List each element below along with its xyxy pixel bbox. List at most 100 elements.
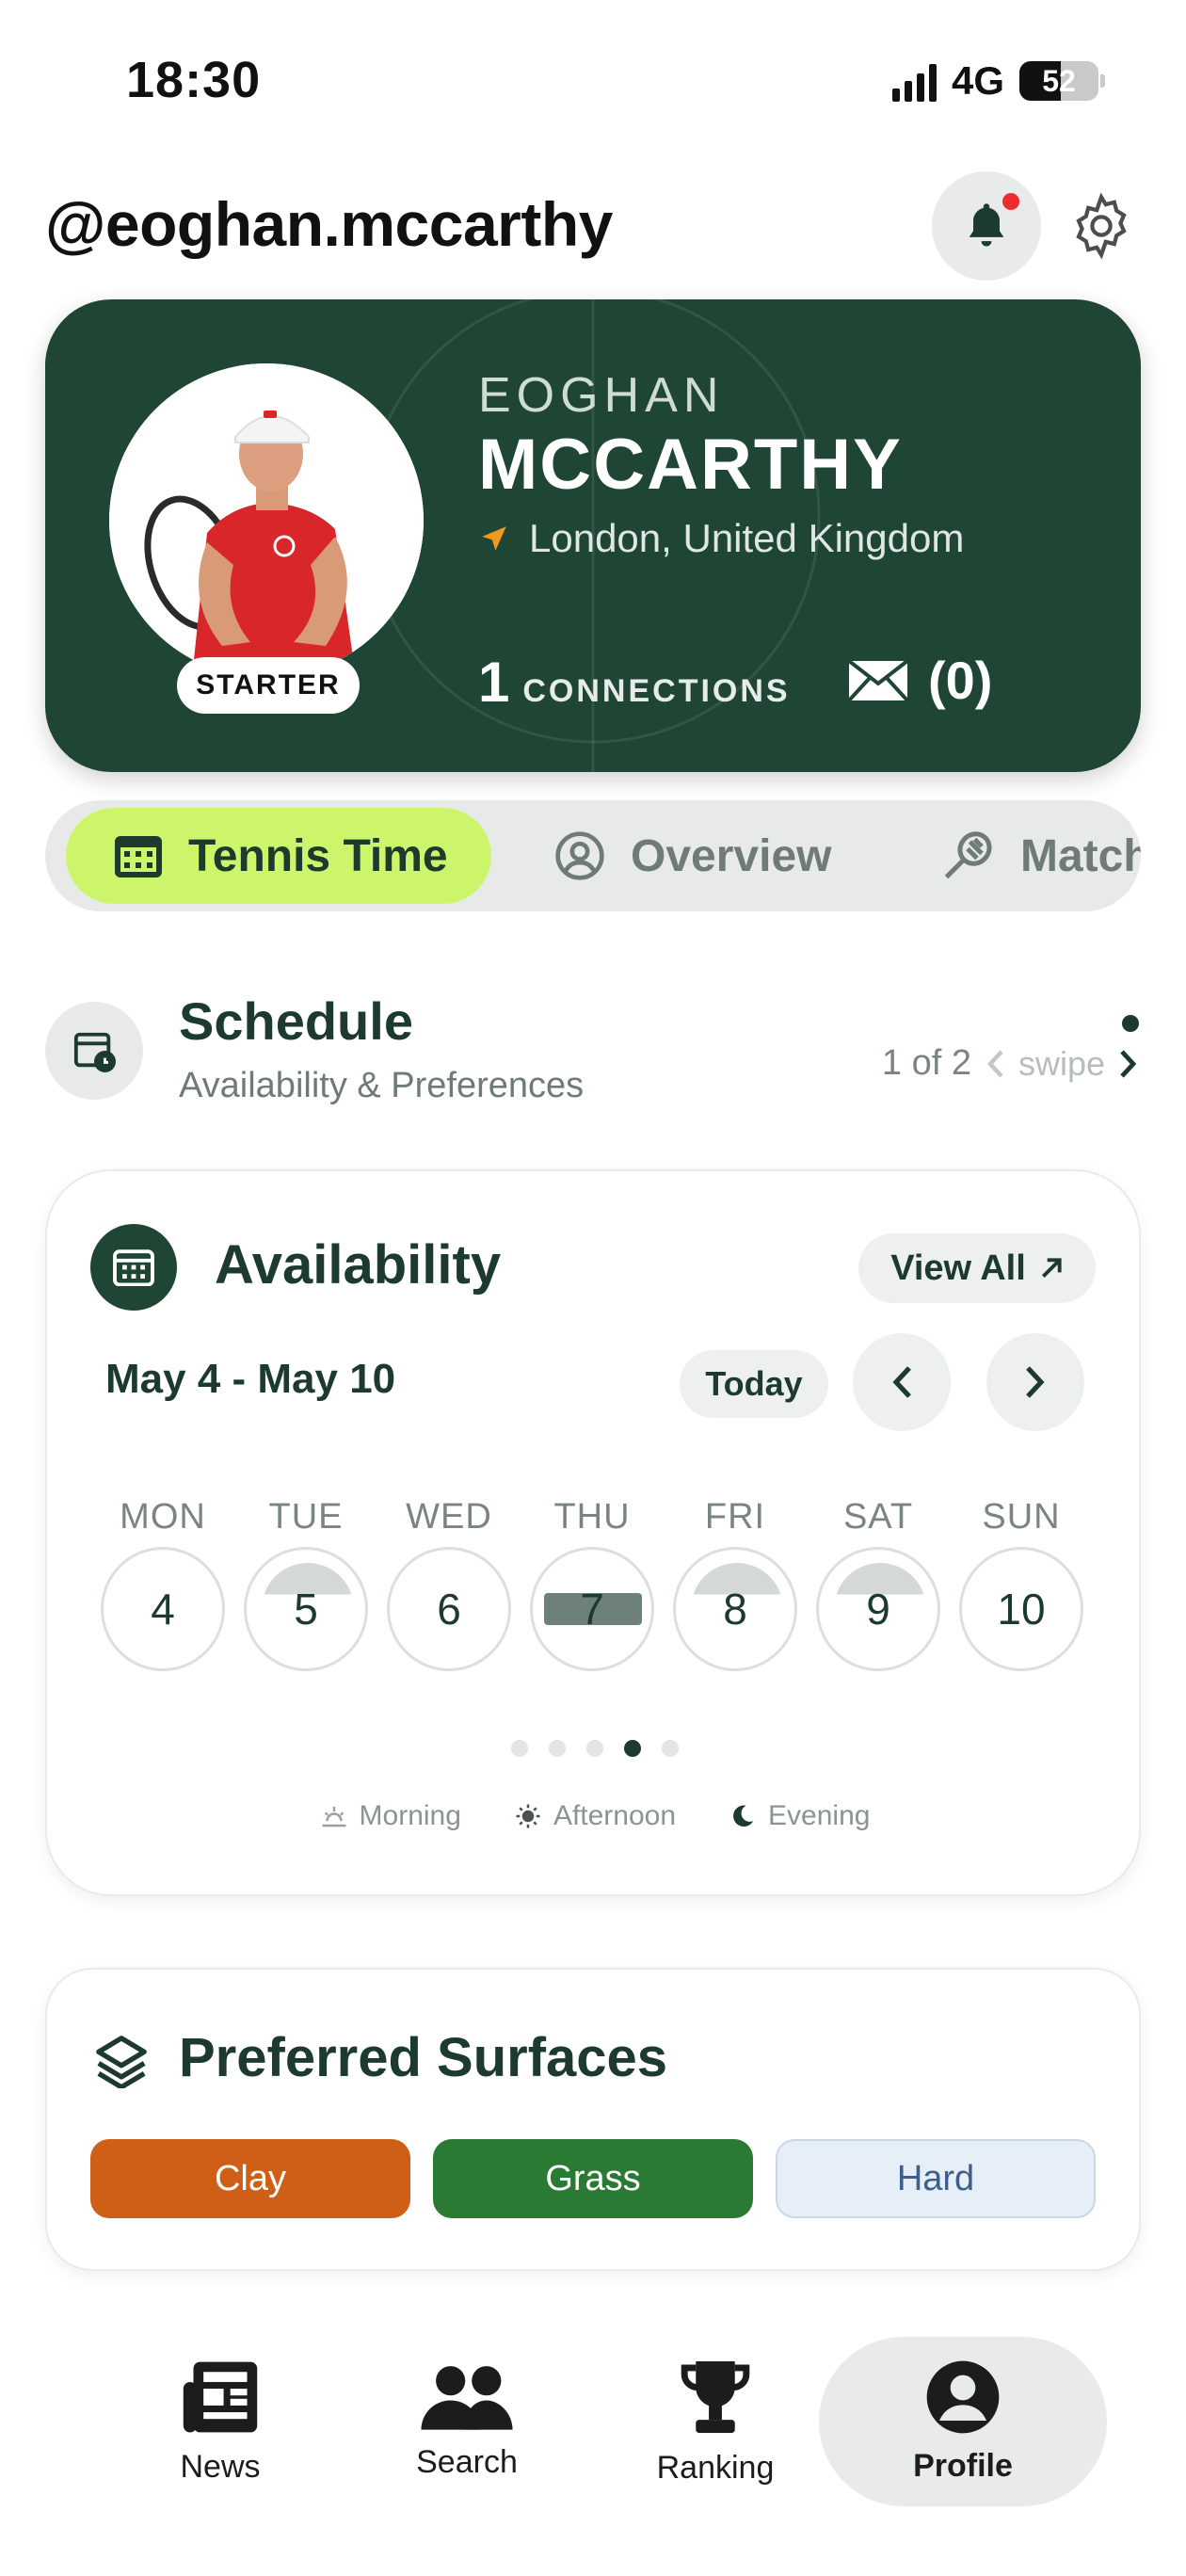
- connections-link[interactable]: 1 CONNECTIONS: [478, 650, 791, 715]
- page-dot-active[interactable]: [624, 1740, 641, 1757]
- day-name: SAT: [842, 1497, 914, 1537]
- day-circle: 4: [101, 1547, 225, 1671]
- day-name: TUE: [268, 1497, 344, 1537]
- status-time: 18:30: [126, 52, 262, 108]
- day-tue[interactable]: TUE 5: [243, 1497, 369, 1671]
- calendar-clock-icon: [73, 1032, 116, 1072]
- envelope-icon: [847, 658, 909, 701]
- nav-profile[interactable]: Profile: [819, 2337, 1107, 2506]
- nav-label: Profile: [913, 2447, 1013, 2484]
- next-week-button[interactable]: [986, 1333, 1084, 1431]
- location: London, United Kingdom: [478, 516, 964, 561]
- day-name: MON: [120, 1497, 206, 1537]
- availability-icon-badge: [90, 1224, 177, 1311]
- legend-label: Evening: [768, 1800, 871, 1831]
- page-dot[interactable]: [586, 1740, 603, 1757]
- today-button[interactable]: Today: [680, 1350, 828, 1418]
- legend-label: Afternoon: [553, 1800, 677, 1831]
- network-type: 4G: [951, 58, 1004, 103]
- day-circle: 6: [387, 1547, 511, 1671]
- section-pager[interactable]: 1 of 2 swipe: [882, 1043, 1139, 1084]
- messages-button[interactable]: (0): [847, 650, 992, 711]
- nav-label: Search: [416, 2443, 518, 2480]
- signal-icon: [891, 60, 937, 102]
- view-all-button[interactable]: View All: [858, 1233, 1096, 1303]
- day-date: 10: [997, 1585, 1046, 1634]
- player-level-badge: STARTER: [177, 657, 360, 714]
- trophy-icon: [681, 2360, 750, 2433]
- legend-evening: Evening: [729, 1800, 870, 1832]
- location-text: London, United Kingdom: [529, 516, 965, 560]
- day-fri[interactable]: FRI 8: [672, 1497, 798, 1671]
- tab-tennis-time[interactable]: Tennis Time: [66, 808, 491, 904]
- chevron-right-icon[interactable]: [1118, 1048, 1139, 1080]
- day-circle: 7: [530, 1547, 654, 1671]
- connections-count: 1: [478, 651, 510, 714]
- tab-label: Matches: [1020, 830, 1141, 881]
- notifications-button[interactable]: [932, 171, 1041, 281]
- arrow-up-right-icon: [1041, 1258, 1062, 1279]
- messages-count: (0): [928, 651, 993, 710]
- nav-news[interactable]: News: [98, 2337, 343, 2506]
- section-title: Schedule: [179, 991, 413, 1051]
- tab-matches[interactable]: Matches: [939, 808, 1141, 904]
- profile-tabs: Tennis Time Overview Matches: [45, 800, 1141, 911]
- legend-afternoon: Afternoon: [514, 1800, 676, 1832]
- gear-icon: [1076, 192, 1127, 260]
- surface-clay-chip[interactable]: Clay: [90, 2139, 410, 2218]
- chevron-left-icon[interactable]: [985, 1048, 1005, 1080]
- connections-label: CONNECTIONS: [522, 673, 791, 709]
- chevron-right-icon: [1026, 1366, 1045, 1398]
- preferred-surfaces-card: Preferred Surfaces Clay Grass Hard: [45, 1968, 1141, 2271]
- chevron-left-icon: [892, 1366, 911, 1398]
- day-circle: 10: [959, 1547, 1083, 1671]
- day-sun[interactable]: SUN 10: [958, 1497, 1084, 1671]
- sunrise-icon: [322, 1807, 346, 1827]
- nav-search[interactable]: Search: [345, 2337, 589, 2506]
- layers-icon: [96, 2036, 147, 2088]
- battery-icon: 52: [1019, 61, 1098, 101]
- day-date: 5: [294, 1585, 318, 1634]
- card-title: Availability: [215, 1234, 502, 1296]
- user-circle-icon: [555, 831, 604, 880]
- calendar-icon: [115, 836, 162, 877]
- settings-button[interactable]: [1064, 188, 1139, 264]
- day-wed[interactable]: WED 6: [386, 1497, 512, 1671]
- sun-icon: [516, 1804, 540, 1828]
- surface-grass-chip[interactable]: Grass: [433, 2139, 753, 2218]
- page-dot[interactable]: [549, 1740, 566, 1757]
- page-dot[interactable]: [662, 1740, 679, 1757]
- racket-icon: [944, 831, 992, 879]
- day-circle: 9: [816, 1547, 940, 1671]
- page-indicator-dot: [1122, 1015, 1139, 1032]
- card-title: Preferred Surfaces: [179, 2027, 668, 2088]
- week-range: May 4 - May 10: [105, 1356, 396, 1402]
- battery-level: 52: [1042, 63, 1076, 98]
- tab-label: Tennis Time: [188, 830, 448, 881]
- day-mon[interactable]: MON 4: [100, 1497, 226, 1671]
- schedule-icon-badge: [45, 1002, 143, 1100]
- previous-week-button[interactable]: [853, 1333, 951, 1431]
- section-subtitle: Availability & Preferences: [179, 1066, 585, 1105]
- notification-badge: [1000, 190, 1022, 213]
- surface-hard-chip[interactable]: Hard: [776, 2139, 1096, 2218]
- tab-label: Overview: [631, 830, 832, 881]
- nav-ranking[interactable]: Ranking: [593, 2337, 838, 2506]
- location-arrow-icon: [482, 526, 506, 551]
- moon-icon: [733, 1805, 754, 1827]
- day-name: SUN: [982, 1497, 1061, 1537]
- nav-label: Ranking: [656, 2449, 775, 2486]
- day-name: THU: [553, 1497, 631, 1537]
- legend-label: Morning: [359, 1800, 461, 1831]
- avatar[interactable]: [109, 363, 424, 678]
- calendar-icon: [113, 1249, 154, 1286]
- day-thu[interactable]: THU 7: [529, 1497, 655, 1671]
- day-date: 9: [866, 1585, 890, 1634]
- page-dot[interactable]: [511, 1740, 528, 1757]
- status-indicators: 4G 52: [891, 58, 1105, 104]
- day-sat[interactable]: SAT 9: [815, 1497, 941, 1671]
- legend-morning: Morning: [320, 1800, 461, 1832]
- week-page-dots: [47, 1740, 1143, 1757]
- nav-label: News: [180, 2448, 261, 2485]
- tab-overview[interactable]: Overview: [553, 808, 831, 904]
